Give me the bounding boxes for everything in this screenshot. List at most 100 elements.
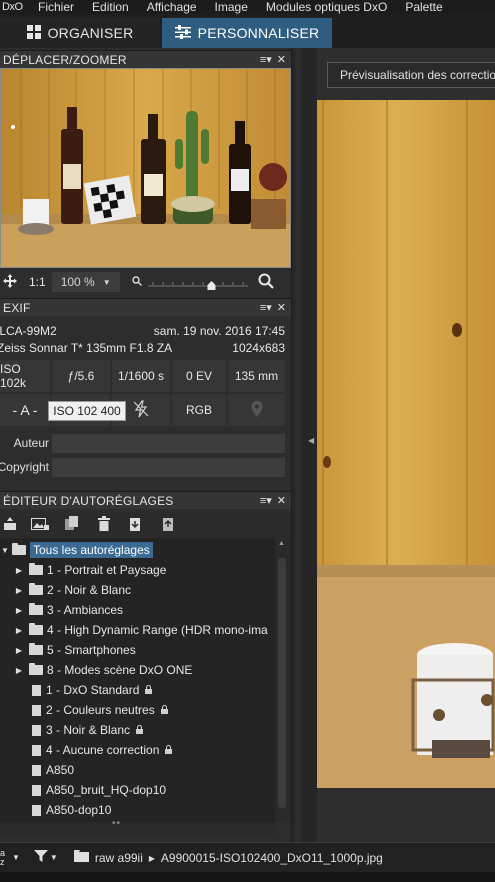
move-zoom-header[interactable]: DÉPLACER/ZOOMER ≡▾ ✕: [0, 50, 291, 68]
preset-tree: ▼ Tous les autoréglages ▶ 1 - Portrait e…: [0, 538, 275, 822]
app-logo: DxO: [2, 1, 23, 13]
exif-focal: 135 mm: [228, 360, 285, 392]
menu-palette[interactable]: Palette: [405, 1, 442, 13]
menu-affichage[interactable]: Affichage: [147, 1, 197, 13]
scroll-grip[interactable]: ••: [112, 818, 121, 829]
exif-date: sam. 19 nov. 2016 17:45: [153, 323, 285, 338]
tree-preset[interactable]: 3 - Noir & Blanc: [32, 720, 144, 740]
exif-row-camera: ILCA-99M2 sam. 19 nov. 2016 17:45: [0, 322, 291, 339]
preset-editor-header[interactable]: ÉDITEUR D'AUTORÉGLAGES ≡▾ ✕: [0, 491, 291, 509]
current-file[interactable]: A9900015-ISO102400_DxO11_1000p.jpg: [161, 851, 383, 865]
move-arrows-icon[interactable]: [3, 273, 17, 291]
tree-preset[interactable]: 2 - Couleurs neutres: [32, 700, 168, 720]
menu-edition[interactable]: Edition: [92, 1, 129, 13]
panel-menu-icon[interactable]: ≡▾: [260, 494, 272, 507]
tree-folder[interactable]: ▶ 2 - Noir & Blanc: [14, 580, 131, 600]
import-preset-icon[interactable]: [128, 516, 142, 535]
tree-preset[interactable]: A850_bruit_HQ-dop10: [32, 780, 166, 800]
folder-icon: [29, 643, 43, 655]
export-preset-icon[interactable]: [162, 516, 176, 535]
chevron-right-icon[interactable]: ▶: [14, 666, 24, 675]
tree-preset[interactable]: A850-dop10: [32, 800, 111, 820]
preset-tree-vscrollbar[interactable]: ▲: [275, 538, 291, 822]
tree-folder-label: 3 - Ambiances: [47, 603, 124, 617]
tree-folder-label: 2 - Noir & Blanc: [47, 583, 132, 597]
sort-chevron-icon[interactable]: ▼: [12, 853, 20, 862]
preset-file-icon: [32, 704, 41, 716]
scroll-up-arrow[interactable]: ▲: [278, 540, 285, 547]
tab-personnaliser[interactable]: PERSONNALISER: [162, 18, 332, 48]
grid-icon: [26, 24, 41, 42]
chevron-down-icon: ▼: [102, 277, 111, 287]
folder-icon: [29, 663, 43, 675]
chevron-right-icon[interactable]: ▶: [14, 606, 24, 615]
filter-icon[interactable]: [33, 849, 48, 866]
exif-colorspace: RGB: [172, 394, 226, 426]
sliders-icon: [174, 24, 191, 42]
preset-editor-title: ÉDITEUR D'AUTORÉGLAGES: [3, 493, 174, 508]
zoom-in-icon[interactable]: [258, 273, 274, 292]
preview-corrections-button[interactable]: Prévisualisation des corrections: [327, 62, 495, 88]
menu-modules-optiques[interactable]: Modules optiques DxO: [266, 1, 387, 13]
panel-splitter[interactable]: ◀: [291, 48, 317, 842]
chevron-right-icon[interactable]: ▶: [14, 646, 24, 655]
chevron-down-icon[interactable]: ▼: [0, 546, 10, 555]
close-icon[interactable]: ✕: [277, 494, 286, 507]
exif-info: ILCA-99M2 sam. 19 nov. 2016 17:45 Zeiss …: [0, 322, 291, 356]
folder-icon: [29, 563, 43, 575]
current-folder[interactable]: raw a99ii: [95, 851, 143, 865]
location-pin-icon: [250, 400, 264, 421]
collapse-left-icon[interactable]: ◀: [308, 436, 314, 445]
tree-preset-label: A850_bruit_HQ-dop10: [46, 783, 167, 797]
tree-folder[interactable]: ▶ 1 - Portrait et Paysage: [14, 560, 166, 580]
panel-menu-icon[interactable]: ≡▾: [260, 53, 272, 66]
mode-tabs: ORGANISER PERSONNALISER: [0, 14, 495, 48]
exif-title: EXIF: [3, 300, 31, 315]
ratio-1-1-button[interactable]: 1:1: [29, 275, 46, 289]
zoom-out-icon[interactable]: [131, 275, 142, 289]
preset-tree-hscrollbar[interactable]: ••: [0, 818, 275, 834]
new-preset-icon[interactable]: [3, 517, 17, 534]
splitter-bar[interactable]: [295, 48, 301, 842]
lock-icon: [145, 684, 153, 694]
tree-root-label: Tous les autoréglages: [30, 542, 153, 558]
exif-iso-value: ISO 102k: [0, 362, 27, 390]
tree-folder[interactable]: ▶ 8 - Modes scène DxO ONE: [14, 660, 192, 680]
menu-image[interactable]: Image: [215, 1, 248, 13]
folder-icon: [12, 543, 26, 555]
copyright-field[interactable]: [52, 458, 285, 477]
tab-organiser[interactable]: ORGANISER: [0, 18, 160, 48]
scroll-thumb[interactable]: [278, 558, 286, 808]
navigator-preview[interactable]: [0, 68, 291, 268]
filter-chevron-icon[interactable]: ▼: [50, 853, 58, 862]
author-field[interactable]: [52, 434, 285, 453]
close-icon[interactable]: ✕: [277, 53, 286, 66]
exif-colorspace-value: RGB: [185, 403, 212, 417]
tree-preset[interactable]: A850: [32, 760, 74, 780]
menu-fichier[interactable]: Fichier: [38, 1, 74, 13]
sort-icon[interactable]: az: [0, 848, 12, 867]
zoom-slider[interactable]: [147, 272, 248, 292]
zoom-slider-thumb[interactable]: [207, 281, 216, 290]
chevron-right-icon[interactable]: ▶: [14, 586, 24, 595]
preset-file-icon: [32, 744, 41, 756]
tree-preset[interactable]: 1 - DxO Standard: [32, 680, 153, 700]
panel-menu-icon[interactable]: ≡▾: [260, 301, 272, 314]
exif-header[interactable]: EXIF ≡▾ ✕: [0, 298, 291, 316]
chevron-right-icon[interactable]: ▶: [14, 566, 24, 575]
main-image[interactable]: [317, 100, 495, 788]
flash-off-icon: [133, 399, 149, 421]
delete-preset-icon[interactable]: [98, 516, 110, 534]
duplicate-preset-icon[interactable]: [65, 516, 79, 534]
tree-preset[interactable]: 4 - Aucune correction: [32, 740, 173, 760]
tree-folder[interactable]: ▶ 4 - High Dynamic Range (HDR mono-ima: [14, 620, 268, 640]
zoom-select[interactable]: 100 % ▼: [51, 272, 120, 292]
close-icon[interactable]: ✕: [277, 301, 286, 314]
chevron-right-icon[interactable]: ▶: [14, 626, 24, 635]
tree-folder[interactable]: ▶ 5 - Smartphones: [14, 640, 136, 660]
tree-root-all-presets[interactable]: ▼ Tous les autoréglages: [0, 540, 153, 560]
new-preset-from-image-icon[interactable]: [31, 518, 49, 534]
filmstrip[interactable]: [0, 872, 495, 882]
exif-mode-value: - A -: [12, 402, 38, 418]
tree-folder[interactable]: ▶ 3 - Ambiances: [14, 600, 123, 620]
